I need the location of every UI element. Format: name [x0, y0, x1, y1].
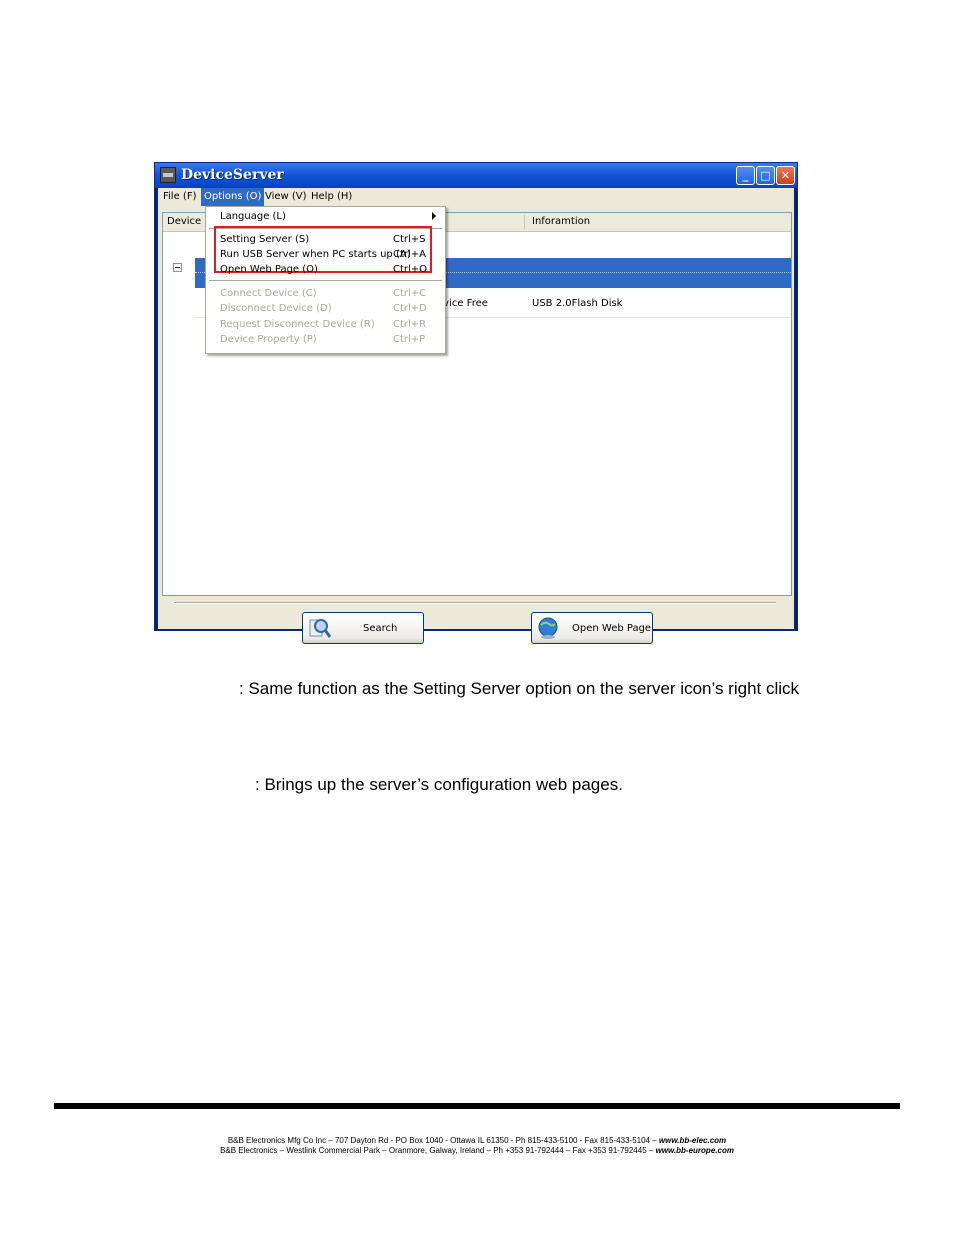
menu-item-connect-device[interactable]: Connect Device (C): [220, 287, 317, 301]
minimize-button[interactable]: _: [736, 166, 755, 185]
menu-file[interactable]: File (F): [160, 188, 199, 206]
maximize-button[interactable]: □: [756, 166, 775, 185]
column-header-device[interactable]: Device: [167, 216, 201, 227]
shortcut-connect-device: Ctrl+C: [393, 288, 427, 299]
search-button[interactable]: Search: [302, 612, 424, 644]
shortcut-open-web-page: Ctrl+O: [393, 264, 428, 275]
setting-server-description: : Same function as the Setting Server op…: [239, 679, 800, 698]
bottom-divider: [174, 602, 776, 604]
footer-rule: [54, 1103, 900, 1109]
menu-item-disconnect-device[interactable]: Disconnect Device (D): [220, 302, 332, 316]
menu-item-device-property[interactable]: Device Property (P): [220, 333, 317, 347]
shortcut-disconnect-device: Ctrl+D: [393, 303, 427, 314]
menu-bar: File (F) Options (O) View (V) Help (H): [158, 188, 794, 206]
close-button[interactable]: ✕: [776, 166, 795, 185]
footer-link-europe[interactable]: www.bb-europe.com: [656, 1146, 734, 1155]
open-web-page-description: : Brings up the server’s configuration w…: [255, 775, 623, 794]
menu-help[interactable]: Help (H): [308, 188, 355, 206]
window-title: DeviceServer: [181, 167, 284, 183]
app-icon: [160, 167, 176, 183]
magnifier-icon: [309, 619, 331, 638]
footer-line-1: B&B Electronics Mfg Co Inc – 707 Dayton …: [0, 1136, 954, 1145]
menu-item-open-web-page[interactable]: Open Web Page (O): [220, 263, 318, 277]
window-client-area: File (F) Options (O) View (V) Help (H) D…: [158, 188, 794, 644]
column-header-information[interactable]: Inforamtion: [532, 216, 590, 227]
column-divider[interactable]: [524, 215, 525, 229]
menu-item-run-usb-server[interactable]: Run USB Server when PC starts up (A): [220, 248, 411, 262]
menu-item-language[interactable]: Language (L): [220, 210, 286, 224]
open-web-page-button[interactable]: Open Web Page: [531, 612, 653, 644]
device-information-cell: USB 2.0Flash Disk: [532, 298, 623, 309]
open-web-page-button-label: Open Web Page: [572, 623, 652, 634]
footer-line-1-text: B&B Electronics Mfg Co Inc – 707 Dayton …: [227, 1136, 659, 1145]
shortcut-setting-server: Ctrl+S: [393, 234, 426, 245]
shortcut-run-usb-server: Ctrl+A: [393, 249, 427, 260]
footer-line-2: B&B Electronics – Westlink Commercial Pa…: [0, 1146, 954, 1155]
footer-line-2-text: B&B Electronics – Westlink Commercial Pa…: [220, 1146, 656, 1155]
globe-icon: [538, 617, 558, 639]
menu-item-request-disconnect[interactable]: Request Disconnect Device (R): [220, 318, 375, 332]
footer-link-us[interactable]: www.bb-elec.com: [659, 1136, 726, 1145]
menu-options[interactable]: Options (O): [201, 188, 265, 206]
collapse-icon[interactable]: [173, 263, 182, 272]
title-bar: DeviceServer _ □ ✕: [155, 163, 797, 188]
menu-item-setting-server[interactable]: Setting Server (S): [220, 233, 309, 247]
shortcut-request-disconnect: Ctrl+R: [393, 319, 427, 330]
search-button-label: Search: [363, 623, 398, 634]
menu-view[interactable]: View (V): [262, 188, 310, 206]
menu-separator: [209, 280, 442, 281]
shortcut-device-property: Ctrl+P: [393, 334, 426, 345]
deviceserver-window: DeviceServer _ □ ✕ File (F) Options (O) …: [154, 162, 798, 644]
options-dropdown-menu: Language (L) Setting Server (S) Ctrl+S R…: [205, 206, 446, 354]
submenu-arrow-icon: [432, 212, 436, 220]
